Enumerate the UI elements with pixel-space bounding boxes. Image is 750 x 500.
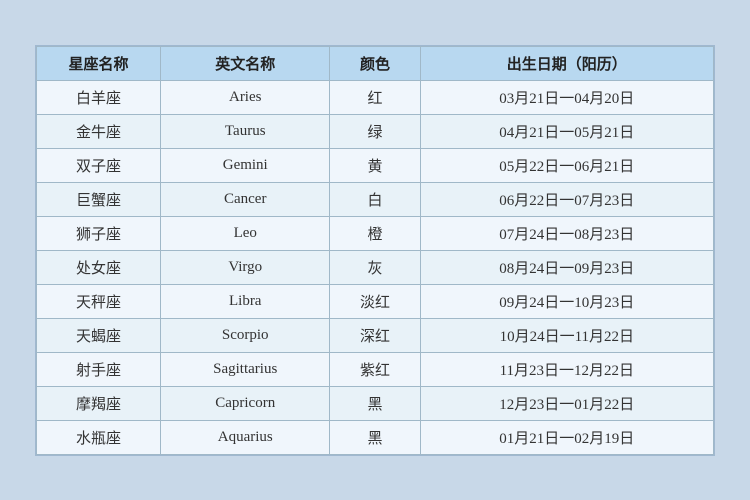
cell-row9-col2: 黑: [330, 386, 420, 420]
header-chinese-name: 星座名称: [37, 46, 161, 80]
cell-row8-col2: 紫红: [330, 352, 420, 386]
cell-row9-col0: 摩羯座: [37, 386, 161, 420]
header-color: 颜色: [330, 46, 420, 80]
cell-row8-col1: Sagittarius: [161, 352, 330, 386]
table-row: 白羊座Aries红03月21日一04月20日: [37, 80, 714, 114]
cell-row10-col3: 01月21日一02月19日: [420, 420, 713, 454]
cell-row7-col0: 天蝎座: [37, 318, 161, 352]
cell-row6-col2: 淡红: [330, 284, 420, 318]
table-row: 巨蟹座Cancer白06月22日一07月23日: [37, 182, 714, 216]
cell-row6-col0: 天秤座: [37, 284, 161, 318]
cell-row2-col3: 05月22日一06月21日: [420, 148, 713, 182]
cell-row0-col0: 白羊座: [37, 80, 161, 114]
cell-row8-col3: 11月23日一12月22日: [420, 352, 713, 386]
cell-row8-col0: 射手座: [37, 352, 161, 386]
zodiac-table-container: 星座名称 英文名称 颜色 出生日期（阳历） 白羊座Aries红03月21日一04…: [35, 45, 715, 456]
table-row: 狮子座Leo橙07月24日一08月23日: [37, 216, 714, 250]
cell-row9-col3: 12月23日一01月22日: [420, 386, 713, 420]
cell-row3-col3: 06月22日一07月23日: [420, 182, 713, 216]
cell-row10-col2: 黑: [330, 420, 420, 454]
table-row: 处女座Virgo灰08月24日一09月23日: [37, 250, 714, 284]
cell-row5-col1: Virgo: [161, 250, 330, 284]
cell-row7-col2: 深红: [330, 318, 420, 352]
table-header-row: 星座名称 英文名称 颜色 出生日期（阳历）: [37, 46, 714, 80]
header-english-name: 英文名称: [161, 46, 330, 80]
table-row: 天蝎座Scorpio深红10月24日一11月22日: [37, 318, 714, 352]
table-row: 双子座Gemini黄05月22日一06月21日: [37, 148, 714, 182]
cell-row3-col2: 白: [330, 182, 420, 216]
cell-row4-col1: Leo: [161, 216, 330, 250]
cell-row3-col0: 巨蟹座: [37, 182, 161, 216]
cell-row7-col1: Scorpio: [161, 318, 330, 352]
cell-row10-col1: Aquarius: [161, 420, 330, 454]
table-row: 金牛座Taurus绿04月21日一05月21日: [37, 114, 714, 148]
cell-row5-col2: 灰: [330, 250, 420, 284]
cell-row4-col2: 橙: [330, 216, 420, 250]
cell-row2-col2: 黄: [330, 148, 420, 182]
cell-row10-col0: 水瓶座: [37, 420, 161, 454]
cell-row3-col1: Cancer: [161, 182, 330, 216]
cell-row1-col0: 金牛座: [37, 114, 161, 148]
table-row: 射手座Sagittarius紫红11月23日一12月22日: [37, 352, 714, 386]
cell-row1-col1: Taurus: [161, 114, 330, 148]
cell-row2-col0: 双子座: [37, 148, 161, 182]
cell-row5-col3: 08月24日一09月23日: [420, 250, 713, 284]
cell-row0-col2: 红: [330, 80, 420, 114]
table-row: 天秤座Libra淡红09月24日一10月23日: [37, 284, 714, 318]
table-row: 水瓶座Aquarius黑01月21日一02月19日: [37, 420, 714, 454]
table-row: 摩羯座Capricorn黑12月23日一01月22日: [37, 386, 714, 420]
cell-row2-col1: Gemini: [161, 148, 330, 182]
cell-row4-col3: 07月24日一08月23日: [420, 216, 713, 250]
cell-row5-col0: 处女座: [37, 250, 161, 284]
cell-row0-col1: Aries: [161, 80, 330, 114]
cell-row4-col0: 狮子座: [37, 216, 161, 250]
cell-row0-col3: 03月21日一04月20日: [420, 80, 713, 114]
cell-row1-col3: 04月21日一05月21日: [420, 114, 713, 148]
cell-row7-col3: 10月24日一11月22日: [420, 318, 713, 352]
cell-row1-col2: 绿: [330, 114, 420, 148]
cell-row6-col3: 09月24日一10月23日: [420, 284, 713, 318]
cell-row9-col1: Capricorn: [161, 386, 330, 420]
table-body: 白羊座Aries红03月21日一04月20日金牛座Taurus绿04月21日一0…: [37, 80, 714, 454]
cell-row6-col1: Libra: [161, 284, 330, 318]
zodiac-table: 星座名称 英文名称 颜色 出生日期（阳历） 白羊座Aries红03月21日一04…: [36, 46, 714, 455]
header-date: 出生日期（阳历）: [420, 46, 713, 80]
